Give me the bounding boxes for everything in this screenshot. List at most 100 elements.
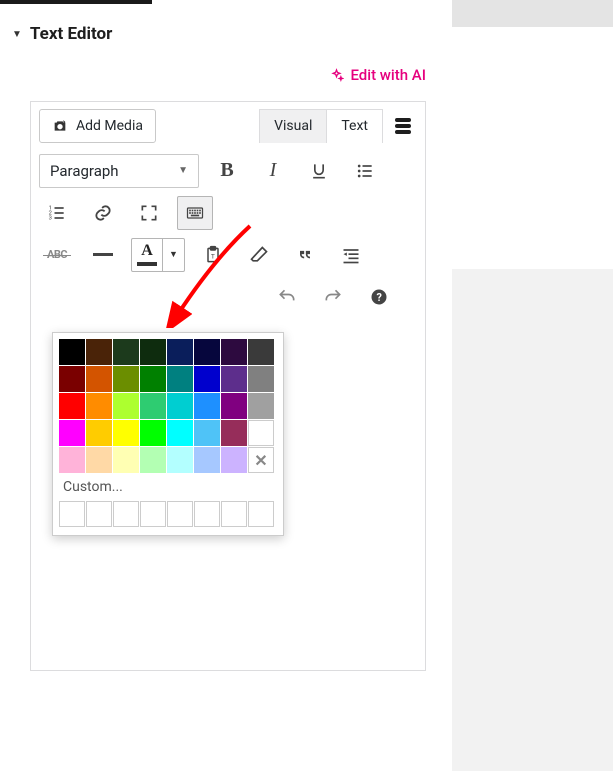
paste-text-button[interactable]: T (195, 238, 231, 272)
color-swatch[interactable] (221, 393, 247, 419)
color-swatch[interactable] (221, 339, 247, 365)
color-swatch[interactable] (140, 447, 166, 473)
color-swatch[interactable] (140, 420, 166, 446)
ai-link-label: Edit with AI (350, 66, 426, 84)
color-swatch[interactable] (113, 393, 139, 419)
editor-top-row: Add Media Visual Text (31, 102, 425, 144)
color-swatch[interactable] (167, 447, 193, 473)
sparkle-icon (329, 68, 344, 83)
svg-text:3: 3 (49, 215, 52, 221)
color-swatch[interactable] (140, 366, 166, 392)
toolbar-toggle-button[interactable] (177, 196, 213, 230)
color-swatch[interactable] (59, 447, 85, 473)
svg-text:?: ? (377, 291, 382, 304)
color-swatch[interactable] (113, 447, 139, 473)
chevron-down-icon: ▼ (178, 165, 188, 176)
outdent-icon (341, 245, 361, 265)
editor-tabs: Visual Text (259, 109, 383, 143)
link-button[interactable] (85, 196, 121, 230)
redo-icon (323, 287, 343, 307)
camera-icon (52, 118, 68, 134)
section-title: Text Editor (30, 24, 112, 44)
recent-color-slot[interactable] (59, 501, 85, 527)
color-swatch[interactable] (221, 420, 247, 446)
color-swatch[interactable] (113, 339, 139, 365)
color-swatch[interactable] (248, 420, 274, 446)
horizontal-rule-button[interactable] (85, 238, 121, 272)
color-swatch[interactable] (86, 447, 112, 473)
eraser-icon (249, 245, 269, 265)
color-swatch[interactable] (194, 393, 220, 419)
color-swatch[interactable] (194, 339, 220, 365)
color-swatch[interactable] (59, 366, 85, 392)
fullscreen-button[interactable] (131, 196, 167, 230)
keyboard-icon (185, 203, 205, 223)
bold-button[interactable]: B (209, 154, 245, 188)
color-swatch[interactable] (167, 366, 193, 392)
recent-color-slot[interactable] (167, 501, 193, 527)
color-swatch[interactable] (86, 366, 112, 392)
help-button[interactable]: ? (361, 280, 397, 314)
color-swatch[interactable] (248, 393, 274, 419)
database-icon (395, 118, 411, 134)
format-select[interactable]: Paragraph ▼ (39, 154, 199, 188)
text-color-dropdown-arrow[interactable]: ▼ (162, 239, 184, 271)
color-swatch[interactable] (140, 339, 166, 365)
recent-color-slot[interactable] (113, 501, 139, 527)
underline-button[interactable] (301, 154, 337, 188)
color-swatch[interactable] (221, 366, 247, 392)
color-swatch[interactable] (86, 420, 112, 446)
color-swatch[interactable] (194, 420, 220, 446)
right-gutter (452, 0, 613, 771)
color-swatch[interactable] (59, 339, 85, 365)
color-swatch[interactable]: ✕ (248, 447, 274, 473)
bulleted-list-button[interactable] (347, 154, 383, 188)
color-swatch[interactable] (86, 393, 112, 419)
section-header[interactable]: ▼ Text Editor (0, 4, 452, 56)
undo-button[interactable] (269, 280, 305, 314)
recent-color-slot[interactable] (248, 501, 274, 527)
database-icon-button[interactable] (389, 118, 417, 134)
text-color-bar (137, 262, 157, 266)
color-picker-popup: ✕ Custom... (52, 332, 284, 536)
redo-button[interactable] (315, 280, 351, 314)
recent-colors-row (59, 501, 277, 527)
color-swatch[interactable] (167, 420, 193, 446)
italic-button[interactable]: I (255, 154, 291, 188)
tab-visual[interactable]: Visual (259, 109, 326, 143)
color-swatch[interactable] (113, 366, 139, 392)
color-swatch[interactable] (167, 339, 193, 365)
text-color-button[interactable]: A ▼ (131, 238, 185, 272)
recent-color-slot[interactable] (140, 501, 166, 527)
link-icon (93, 203, 113, 223)
numbered-list-button[interactable]: 123 (39, 196, 75, 230)
quote-icon (295, 245, 315, 265)
recent-color-slot[interactable] (194, 501, 220, 527)
color-swatch[interactable] (221, 447, 247, 473)
color-swatch[interactable] (167, 393, 193, 419)
ul-icon (355, 161, 375, 181)
tab-text[interactable]: Text (326, 109, 383, 143)
add-media-button[interactable]: Add Media (39, 109, 156, 143)
help-icon: ? (369, 287, 389, 307)
strikethrough-button[interactable]: ABC (39, 238, 75, 272)
blockquote-button[interactable] (287, 238, 323, 272)
recent-color-slot[interactable] (221, 501, 247, 527)
color-swatch[interactable] (194, 366, 220, 392)
color-swatch[interactable] (86, 339, 112, 365)
edit-with-ai-link[interactable]: Edit with AI (329, 66, 426, 84)
collapse-caret-icon: ▼ (12, 29, 22, 40)
color-swatch[interactable] (140, 393, 166, 419)
custom-color-button[interactable]: Custom... (59, 473, 277, 501)
recent-color-slot[interactable] (86, 501, 112, 527)
undo-icon (277, 287, 297, 307)
color-swatch[interactable] (248, 339, 274, 365)
color-swatch[interactable] (194, 447, 220, 473)
color-swatch[interactable] (59, 393, 85, 419)
color-swatch[interactable] (59, 420, 85, 446)
color-swatch[interactable] (248, 366, 274, 392)
outdent-button[interactable] (333, 238, 369, 272)
color-swatch[interactable] (113, 420, 139, 446)
clipboard-icon: T (203, 245, 223, 265)
clear-formatting-button[interactable] (241, 238, 277, 272)
